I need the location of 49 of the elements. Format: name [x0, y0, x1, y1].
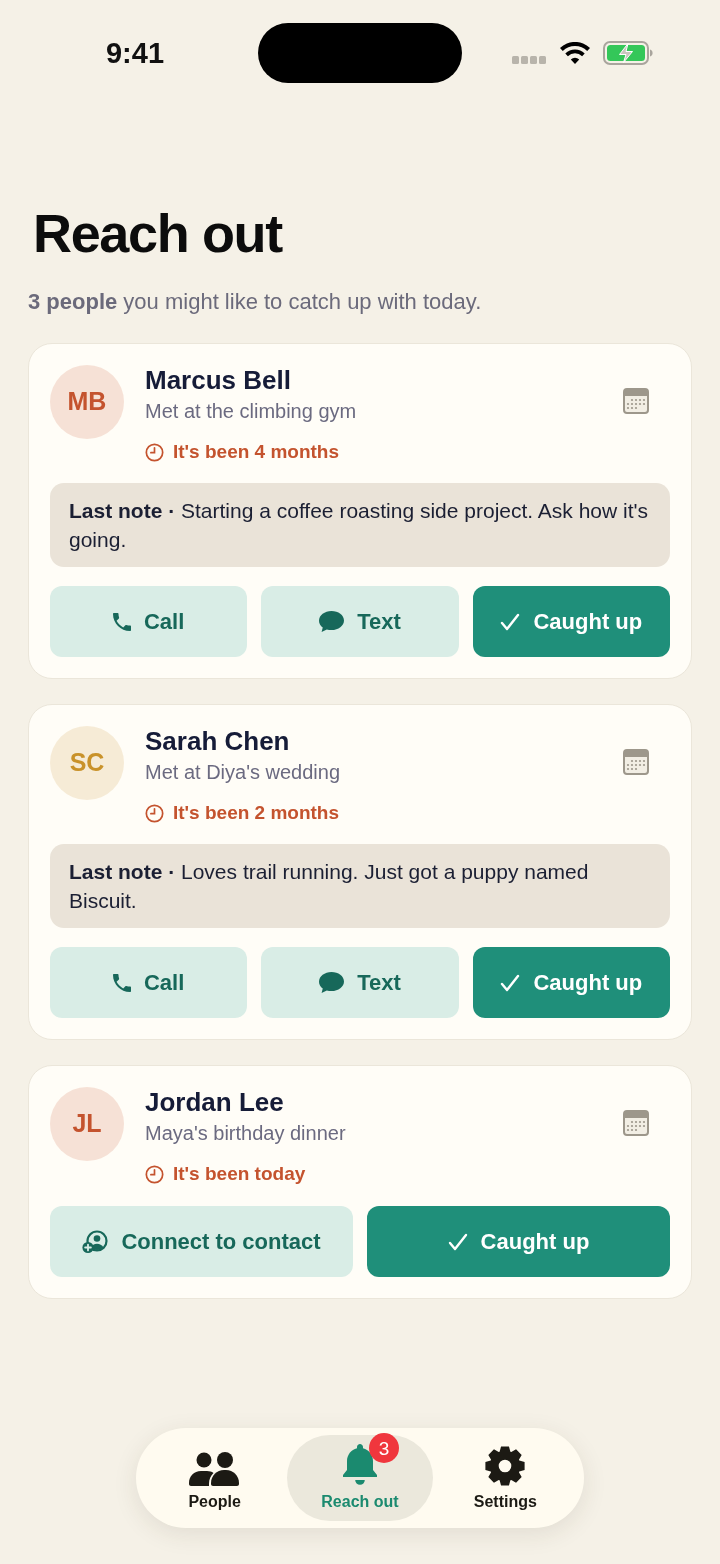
- wifi-icon: [560, 42, 590, 64]
- settings-icon: [485, 1446, 526, 1486]
- avatar: SC: [50, 726, 124, 800]
- page-title: Reach out: [33, 206, 284, 260]
- last-note: Last note · Starting a coffee roasting side project. Ask how it's going.: [50, 483, 670, 567]
- contact-context: Maya's birthday dinner: [145, 1121, 347, 1146]
- text-button[interactable]: Text: [261, 586, 459, 657]
- clock-icon: [145, 1164, 164, 1184]
- contact-context: Met at Diya's wedding: [145, 760, 342, 785]
- checkmark-icon: [500, 612, 521, 631]
- add-person-icon: [82, 1229, 109, 1254]
- bell-icon: [343, 1444, 377, 1486]
- contact-name: Sarah Chen: [145, 726, 291, 756]
- last-contact-time: It's been today: [173, 1162, 306, 1186]
- call-button[interactable]: Call: [50, 947, 248, 1018]
- text-button[interactable]: Text: [261, 947, 459, 1018]
- connect-contact-button[interactable]: Connect to contact: [50, 1206, 353, 1277]
- checkmark-icon: [447, 1232, 468, 1251]
- battery-charging-icon: [603, 41, 653, 65]
- chat-bubble-icon: [319, 611, 345, 632]
- contact-name: Jordan Lee: [145, 1087, 285, 1117]
- page-subtitle: 3 people you might like to catch up with today.: [28, 288, 483, 316]
- last-note: Last note · Loves trail running. Just got a puppy named Biscuit.: [50, 844, 670, 928]
- clock-icon: [145, 442, 164, 462]
- avatar: JL: [50, 1087, 124, 1161]
- caught-up-button[interactable]: Caught up: [472, 586, 670, 657]
- phone-icon: [113, 973, 131, 992]
- avatar: MB: [50, 365, 124, 439]
- call-button[interactable]: Call: [50, 586, 248, 657]
- status-time: 9:41: [105, 38, 164, 68]
- clock-icon: [145, 803, 164, 823]
- caught-up-button[interactable]: Caught up: [472, 947, 670, 1018]
- tab[interactable]: People: [142, 1435, 288, 1521]
- last-contact-time: It's been 2 months: [173, 801, 340, 825]
- chat-bubble-icon: [319, 972, 345, 993]
- phone-icon: [113, 612, 131, 631]
- last-contact-time: It's been 4 months: [173, 440, 340, 464]
- contact-name: Marcus Bell: [145, 365, 292, 395]
- count-badge: 3: [369, 1433, 399, 1463]
- caught-up-button[interactable]: Caught up: [367, 1206, 670, 1277]
- tab[interactable]: 3 Reach out: [287, 1435, 433, 1521]
- calendar-icon[interactable]: [623, 1110, 649, 1136]
- contact-context: Met at the climbing gym: [145, 399, 358, 424]
- calendar-icon[interactable]: [623, 749, 649, 775]
- tab[interactable]: Settings: [432, 1435, 578, 1521]
- checkmark-icon: [500, 973, 521, 992]
- people-icon: [188, 1452, 241, 1486]
- calendar-icon[interactable]: [623, 388, 649, 414]
- signal-icon: [512, 56, 546, 64]
